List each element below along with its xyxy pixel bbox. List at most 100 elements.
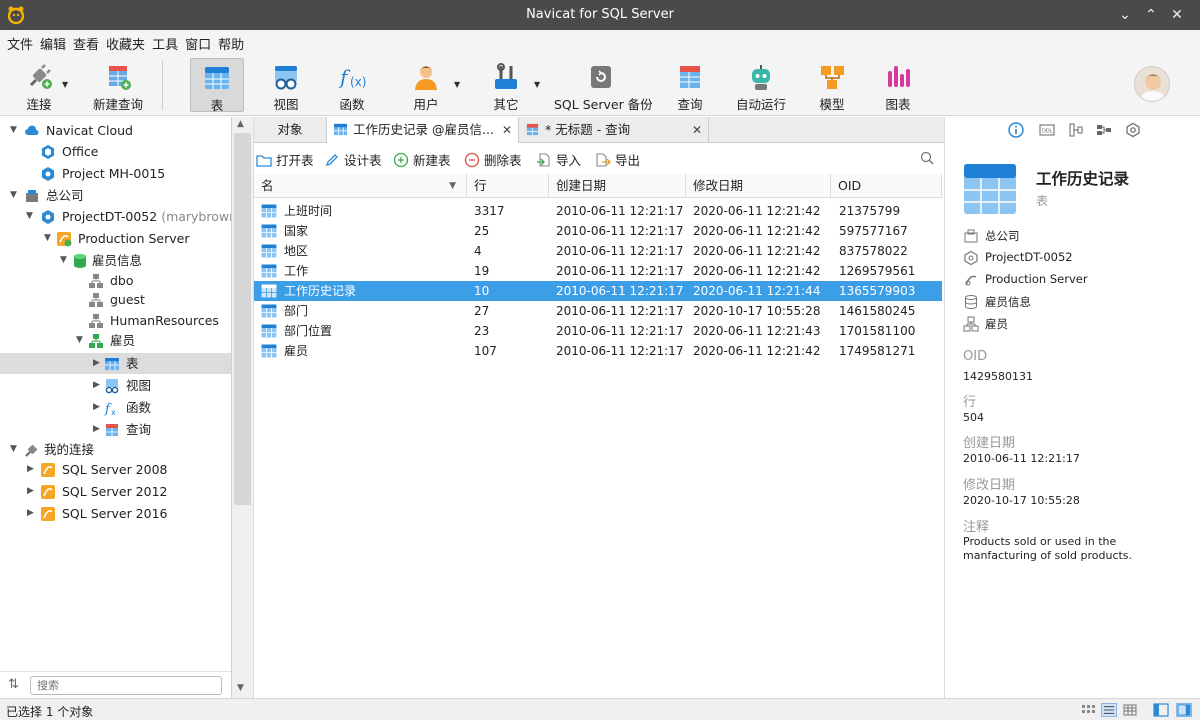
table-row[interactable]: 国家 25 2010-06-11 12:21:17 2020-06-11 12:21:… <box>254 221 942 241</box>
menu-help[interactable]: 帮助 <box>211 30 244 53</box>
sidebar-scrollbar[interactable]: ▲ ▼ <box>232 117 254 698</box>
table-row[interactable]: 地区 4 2010-06-11 12:21:17 2020-06-11 12:21:4… <box>254 241 942 261</box>
menu-tools[interactable]: 工具 <box>145 30 178 53</box>
info-tab-dependencies[interactable] <box>1068 122 1084 138</box>
design-table-button[interactable]: 设计表 <box>324 150 382 169</box>
chart-button[interactable]: 图表 <box>872 58 924 112</box>
column-header-name[interactable]: 名 ▼ <box>254 174 467 198</box>
table-button[interactable]: 表 <box>190 58 244 113</box>
scroll-up-icon[interactable]: ▲ <box>237 119 244 129</box>
menu-view[interactable]: 查看 <box>66 30 99 53</box>
toggle-navigation-pane-icon[interactable] <box>1153 703 1169 717</box>
import-icon <box>537 153 550 167</box>
delete-table-button[interactable]: 删除表 <box>464 150 522 169</box>
toggle-info-pane-icon[interactable] <box>1176 703 1192 717</box>
company-cloud-icon <box>26 190 38 202</box>
menu-favorites[interactable]: 收藏夹 <box>99 30 145 53</box>
title-bar: Navicat for SQL Server ⌄ ⌃ ✕ <box>0 0 1200 30</box>
new-table-button[interactable]: 新建表 <box>393 150 451 169</box>
user-button[interactable]: 用户 ▼ <box>400 58 460 112</box>
tree-item-office[interactable]: Office <box>0 141 231 162</box>
other-dropdown-icon[interactable]: ▼ <box>534 80 540 89</box>
table-row[interactable]: 部门位置 23 2010-06-11 12:21:17 2020-06-11 12:2… <box>254 321 942 341</box>
view-detail-icon[interactable] <box>1122 703 1138 717</box>
tree-item-schema-employee[interactable]: ▼ 雇员 <box>0 330 231 351</box>
cloud-icon <box>25 125 39 135</box>
view-button[interactable]: 视图 <box>260 58 312 112</box>
import-button[interactable]: 导入 <box>536 150 581 169</box>
tree-item-production-server[interactable]: ▼ Production Server <box>0 228 231 249</box>
other-label: 其它 <box>493 97 519 112</box>
close-tab-icon[interactable]: ✕ <box>502 117 512 143</box>
close-window-button[interactable]: ✕ <box>1166 4 1188 26</box>
user-dropdown-icon[interactable]: ▼ <box>454 80 460 89</box>
object-toolbar: 打开表 设计表 新建表 删除表 导入 导出 <box>254 143 944 173</box>
tree-item-schema-dbo[interactable]: dbo <box>0 270 231 291</box>
tree-item-project-dt[interactable]: ▼ ProjectDT-0052 (marybrown@ <box>0 206 231 227</box>
tree-item-sql-2016[interactable]: ▶ SQL Server 2016 <box>0 503 231 524</box>
tree-item-sql-2012[interactable]: ▶ SQL Server 2012 <box>0 481 231 502</box>
column-header-rows[interactable]: 行 <box>467 174 549 198</box>
automation-button[interactable]: 自动运行 <box>732 58 790 112</box>
function-button[interactable]: f (x) 函数 <box>326 58 378 112</box>
window-title: Navicat for SQL Server <box>526 7 674 22</box>
search-objects-button[interactable] <box>920 151 934 168</box>
sidebar-search-input[interactable] <box>30 676 222 695</box>
tree-item-views[interactable]: ▶ 视图 <box>0 375 231 396</box>
table-row[interactable]: 上班时间 3317 2010-06-11 12:21:17 2020-06-11 12… <box>254 201 942 221</box>
minimize-button[interactable]: ⌄ <box>1114 4 1136 26</box>
tab-table-history[interactable]: 工作历史记录 @雇员信... ✕ <box>327 117 519 143</box>
table-row-selected[interactable]: 工作历史记录 10 2010-06-11 12:21:17 2020-06-11 12… <box>254 281 942 301</box>
tree-item-functions[interactable]: ▶ fx 函数 <box>0 397 231 418</box>
menu-file[interactable]: 文件 <box>0 30 33 53</box>
other-button[interactable]: 其它 ▼ <box>480 58 540 112</box>
tab-untitled-query[interactable]: * 无标题 - 查询 ✕ <box>519 117 709 143</box>
export-button[interactable]: 导出 <box>595 150 640 169</box>
table-icon <box>333 123 348 136</box>
tree-item-head-office[interactable]: ▼ 总公司 <box>0 185 231 206</box>
function-icon: fx <box>104 402 116 416</box>
info-tab-general[interactable] <box>1008 122 1024 138</box>
tree-item-schema-guest[interactable]: guest <box>0 289 231 310</box>
tree-item-my-connections[interactable]: ▼ 我的连接 <box>0 439 231 460</box>
user-avatar[interactable] <box>1134 66 1170 102</box>
info-tab-ddl[interactable]: DDL <box>1039 122 1055 138</box>
tab-objects[interactable]: 对象 <box>254 117 327 143</box>
column-header-created[interactable]: 创建日期 <box>549 174 686 198</box>
new-query-button[interactable]: 新建查询 <box>88 58 148 112</box>
view-list-icon[interactable] <box>1101 703 1117 717</box>
filter-settings-icon[interactable]: ⇅ <box>8 677 19 692</box>
tree-item-navicat-cloud[interactable]: ▼ Navicat Cloud <box>0 120 231 141</box>
tree-item-schema-hr[interactable]: HumanResources <box>0 310 231 331</box>
menu-window[interactable]: 窗口 <box>178 30 211 53</box>
view-grid-icon[interactable] <box>1080 703 1096 717</box>
tree-item-sql-2008[interactable]: ▶ SQL Server 2008 <box>0 459 231 480</box>
connect-button[interactable]: 连接 ▼ <box>10 58 68 112</box>
menu-edit[interactable]: 编辑 <box>33 30 66 53</box>
table-row[interactable]: 雇员 107 2010-06-11 12:21:17 2020-06-11 12:21… <box>254 341 942 361</box>
model-button[interactable]: 模型 <box>806 58 858 112</box>
scroll-thumb[interactable] <box>234 133 251 505</box>
table-row[interactable]: 工作 19 2010-06-11 12:21:17 2020-06-11 12:21:… <box>254 261 942 281</box>
close-tab-icon[interactable]: ✕ <box>692 117 702 143</box>
view-label: 视图 <box>273 97 299 112</box>
chart-label: 图表 <box>885 97 911 112</box>
info-tab-settings[interactable] <box>1125 122 1141 138</box>
table-icon <box>205 67 229 89</box>
open-table-button[interactable]: 打开表 <box>256 150 314 169</box>
column-header-modified[interactable]: 修改日期 <box>686 174 831 198</box>
info-modified-value: 2020-10-17 10:55:28 <box>963 494 1080 507</box>
tree-item-queries[interactable]: ▶ 查询 <box>0 419 231 440</box>
info-icon <box>1008 122 1024 138</box>
table-row[interactable]: 部门 27 2010-06-11 12:21:17 2020-10-17 10:55:… <box>254 301 942 321</box>
backup-button[interactable]: SQL Server 备份 <box>554 58 653 112</box>
query-button[interactable]: 查询 <box>664 58 716 112</box>
tree-item-employee-db[interactable]: ▼ 雇员信息 <box>0 250 231 271</box>
column-header-oid[interactable]: OID <box>831 174 942 198</box>
tree-item-tables[interactable]: ▶ 表 <box>0 353 231 374</box>
maximize-button[interactable]: ⌃ <box>1140 4 1162 26</box>
tree-item-project-mh[interactable]: Project MH-0015 <box>0 163 231 184</box>
info-tab-relations[interactable] <box>1096 122 1112 138</box>
scroll-down-icon[interactable]: ▼ <box>237 683 244 693</box>
connect-dropdown-icon[interactable]: ▼ <box>62 80 68 89</box>
